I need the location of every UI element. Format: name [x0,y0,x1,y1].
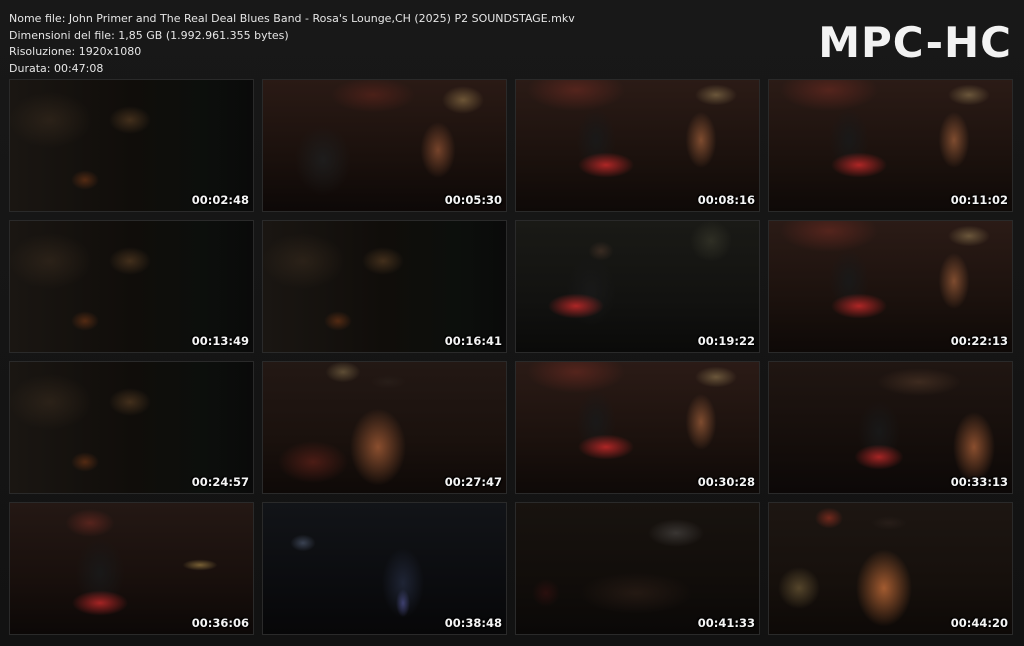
thumbnail-timestamp: 00:30:28 [697,475,755,489]
thumbnail-frame [263,221,506,352]
video-thumbnail: 00:11:02 [768,79,1013,212]
thumbnail-timestamp: 00:19:22 [697,334,755,348]
thumbnail-timestamp: 00:16:41 [444,334,502,348]
video-thumbnail: 00:16:41 [262,220,507,353]
thumbnail-timestamp: 00:36:06 [191,616,249,630]
thumbnail-frame [516,362,759,493]
thumbnail-frame [769,503,1012,634]
thumbnail-frame [769,80,1012,211]
video-thumbnail: 00:44:20 [768,502,1013,635]
video-thumbnail: 00:19:22 [515,220,760,353]
thumbnail-timestamp: 00:11:02 [950,193,1008,207]
thumbnail-frame [10,80,253,211]
video-thumbnail: 00:38:48 [262,502,507,635]
video-thumbnail: 00:27:47 [262,361,507,494]
thumbnail-grid: 00:02:48 00:05:30 00:08:16 00:11:02 00:13:49… [0,0,1024,646]
thumbnail-frame [10,503,253,634]
thumbnail-timestamp: 00:02:48 [191,193,249,207]
thumbnail-timestamp: 00:27:47 [444,475,502,489]
thumbnail-timestamp: 00:33:13 [950,475,1008,489]
thumbnail-frame [263,362,506,493]
video-thumbnail: 00:13:49 [9,220,254,353]
video-thumbnail: 00:22:13 [768,220,1013,353]
video-thumbnail: 00:08:16 [515,79,760,212]
thumbnail-timestamp: 00:38:48 [444,616,502,630]
thumbnail-frame [516,80,759,211]
thumbnail-timestamp: 00:44:20 [950,616,1008,630]
thumbnail-frame [769,221,1012,352]
thumbnail-timestamp: 00:24:57 [191,475,249,489]
thumbnail-timestamp: 00:08:16 [697,193,755,207]
thumbnail-frame [263,80,506,211]
thumbnail-frame [10,362,253,493]
thumbnail-timestamp: 00:13:49 [191,334,249,348]
thumbnail-sheet: Nome file: John Primer and The Real Deal… [0,0,1024,646]
thumbnail-frame [516,221,759,352]
video-thumbnail: 00:02:48 [9,79,254,212]
video-thumbnail: 00:30:28 [515,361,760,494]
thumbnail-timestamp: 00:41:33 [697,616,755,630]
video-thumbnail: 00:36:06 [9,502,254,635]
thumbnail-frame [10,221,253,352]
thumbnail-frame [516,503,759,634]
thumbnail-frame [769,362,1012,493]
thumbnail-frame [263,503,506,634]
video-thumbnail: 00:05:30 [262,79,507,212]
video-thumbnail: 00:24:57 [9,361,254,494]
thumbnail-timestamp: 00:05:30 [444,193,502,207]
video-thumbnail: 00:33:13 [768,361,1013,494]
video-thumbnail: 00:41:33 [515,502,760,635]
thumbnail-timestamp: 00:22:13 [950,334,1008,348]
